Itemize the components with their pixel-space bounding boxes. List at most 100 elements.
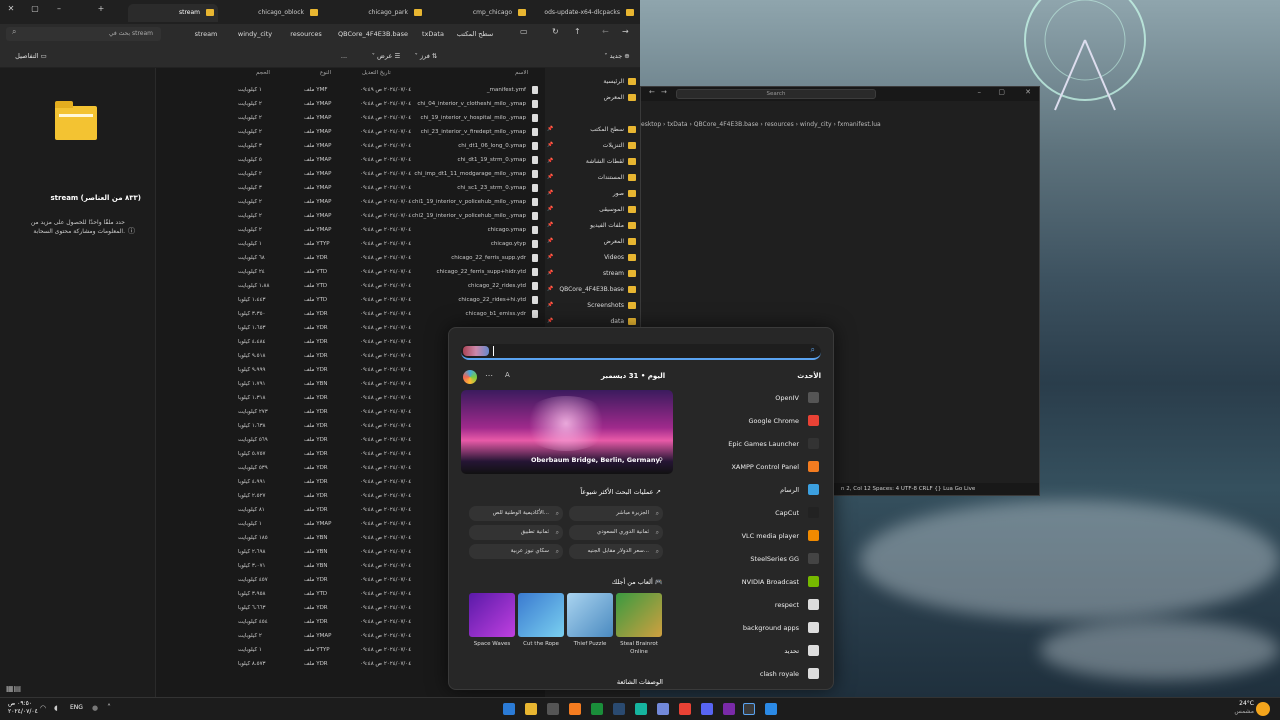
- language-indicator[interactable]: ENG: [70, 704, 83, 711]
- refresh-icon[interactable]: ↻: [552, 27, 559, 36]
- nav-item[interactable]: الموسيقى: [599, 206, 636, 213]
- table-row[interactable]: ٢ كيلوبايت ملف YMAP ٢٠٢٤/٠٧/٠٤ ص ٠٩:٤٨ chi2…: [160, 210, 540, 224]
- search-input[interactable]: بحث في stream: [6, 27, 161, 41]
- chrome-icon[interactable]: [679, 703, 691, 715]
- close-icon[interactable]: ✕: [1025, 88, 1031, 96]
- nav-item[interactable]: سطح المكتب: [590, 126, 636, 133]
- app-icon[interactable]: [723, 703, 735, 715]
- table-row[interactable]: ٢ كيلوبايت ملف YMAP ٢٠٢٤/٠٧/٠٤ ص ٠٩:٤٨ chi_…: [160, 112, 540, 126]
- tray-overflow-icon[interactable]: ˄: [107, 703, 111, 712]
- sort-button[interactable]: ˅ فرز ⇅: [410, 49, 442, 63]
- trending-chip[interactable]: الجزيرة مباشر: [569, 506, 663, 521]
- game-tile[interactable]: [616, 593, 662, 637]
- table-row[interactable]: ٢ كيلوبايت ملف YMAP ٢٠٢٤/٠٧/٠٤ ص ٠٩:٤٨ chic…: [160, 224, 540, 238]
- table-row[interactable]: ٢٤ كيلوبايت ملف YTD ٢٠٢٤/٠٧/٠٤ ص ٠٩:٤٨ chic…: [160, 266, 540, 280]
- tab-chicago-park[interactable]: chicago_park: [326, 4, 426, 22]
- trending-chip[interactable]: سكاي نيوز عربية: [469, 544, 563, 559]
- game-tile[interactable]: [567, 593, 613, 637]
- editor-breadcrumb[interactable]: esktop › txData › QBCore_4F4E3B.base › r…: [641, 121, 881, 128]
- maximize-window-button[interactable]: ▢: [28, 4, 42, 13]
- table-row[interactable]: ٢ كيلوبايت ملف YMAP ٢٠٢٤/٠٧/٠٤ ص ٠٩:٤٨ chi_…: [160, 98, 540, 112]
- back-arrow-icon[interactable]: →: [622, 27, 629, 36]
- openiv-icon[interactable]: [547, 703, 559, 715]
- copilot-icon[interactable]: [463, 370, 477, 384]
- view-button[interactable]: ˅ عرض ☰: [368, 49, 404, 63]
- table-row[interactable]: ١،٨٨ كيلوبايت ملف YTD ٢٠٢٤/٠٧/٠٤ ص ٠٩:٤٨ ch…: [160, 280, 540, 294]
- minimize-icon[interactable]: –: [978, 88, 982, 96]
- breadcrumb-qbcore[interactable]: QBCore_4F4E3B.base: [330, 27, 416, 41]
- font-icon[interactable]: A: [505, 371, 510, 379]
- nav-item[interactable]: التنزيلات: [603, 142, 636, 149]
- more-options-icon[interactable]: ⋯: [485, 371, 493, 380]
- nav-item[interactable]: المعرض: [604, 94, 636, 101]
- game-tile[interactable]: [469, 593, 515, 637]
- column-size[interactable]: الحجم: [256, 70, 270, 76]
- monitor-icon[interactable]: ▭: [520, 27, 528, 36]
- back-arrow-icon[interactable]: ←: [649, 88, 655, 96]
- start-search-input[interactable]: ⌕: [461, 344, 821, 360]
- breadcrumb-windy-city[interactable]: windy_city: [230, 27, 280, 41]
- discord-icon[interactable]: [701, 703, 713, 715]
- nav-item[interactable]: Videos: [604, 254, 636, 261]
- breadcrumb-resources[interactable]: resources: [284, 27, 328, 41]
- volume-icon[interactable]: ◖: [54, 704, 58, 712]
- trending-chip[interactable]: ثمانية الدوري السعودي: [569, 525, 663, 540]
- nav-item[interactable]: لقطات الشاشة: [586, 158, 636, 165]
- up-arrow-icon[interactable]: ↑: [574, 27, 581, 36]
- xampp-icon[interactable]: [569, 703, 581, 715]
- table-row[interactable]: ٥ كيلوبايت ملف YMAP ٢٠٢٤/٠٧/٠٤ ص ٠٩:٤٨ chi_…: [160, 154, 540, 168]
- breadcrumb-txdata[interactable]: txData: [418, 27, 448, 41]
- nav-item[interactable]: stream: [603, 270, 636, 277]
- table-row[interactable]: ٢ كيلوبايت ملف YMAP ٢٠٢٤/٠٧/٠٤ ص ٠٩:٤٨ chi_…: [160, 126, 540, 140]
- weather-widget[interactable]: 24°C مشمس: [1228, 700, 1254, 716]
- nav-item[interactable]: المستندات: [598, 174, 636, 181]
- vscode-icon[interactable]: [503, 703, 515, 715]
- forward-arrow-icon[interactable]: ←: [602, 27, 609, 36]
- tab-stream[interactable]: stream: [128, 4, 218, 22]
- more-button[interactable]: ...: [334, 49, 354, 63]
- fivem-icon[interactable]: [657, 703, 669, 715]
- table-row[interactable]: ٣،٣٥٠ كيلوبا ملف YDR ٢٠٢٤/٠٧/٠٤ ص ٠٩:٤٨ chi…: [160, 308, 540, 322]
- forward-arrow-icon[interactable]: →: [661, 88, 667, 96]
- table-row[interactable]: ٦٨ كيلوبايت ملف YDR ٢٠٢٤/٠٧/٠٤ ص ٠٩:٤٨ chic…: [160, 252, 540, 266]
- nav-item[interactable]: data: [610, 318, 636, 325]
- search-taskbar-icon[interactable]: [743, 703, 755, 715]
- table-row[interactable]: ١ كيلوبايت ملف YMF ٢٠٢٤/٠٧/٠٤ ص ٠٩:٤٩ _mani…: [160, 84, 540, 98]
- details-button[interactable]: التفاصيل ▭: [6, 49, 56, 63]
- tab-ods-update[interactable]: ods-update-x64-dlcpacks: [534, 4, 638, 22]
- table-row[interactable]: ٢ كيلوبايت ملف YMAP ٢٠٢٤/٠٧/٠٤ ص ٠٩:٤٨ chi1…: [160, 196, 540, 210]
- breadcrumb-stream[interactable]: stream: [188, 27, 224, 41]
- game-tile[interactable]: [518, 593, 564, 637]
- minimize-window-button[interactable]: –: [52, 4, 66, 13]
- breadcrumb-desktop[interactable]: سطح المكتب: [445, 27, 505, 41]
- nav-item[interactable]: الرئيسية: [603, 78, 636, 85]
- column-date[interactable]: تاريخ التعديل: [362, 70, 391, 76]
- table-row[interactable]: ١،٤٤٣ كيلوبا ملف YTD ٢٠٢٤/٠٧/٠٤ ص ٠٩:٤٨ chi…: [160, 294, 540, 308]
- column-type[interactable]: النوع: [320, 70, 331, 76]
- nav-item[interactable]: ملفات الفيديو: [590, 222, 636, 229]
- file-explorer-icon[interactable]: [525, 703, 537, 715]
- play-icon[interactable]: [591, 703, 603, 715]
- column-name[interactable]: الاسم: [515, 70, 528, 76]
- wifi-icon[interactable]: ◠: [40, 704, 46, 712]
- nav-item[interactable]: QBCore_4F4E3B.base: [559, 286, 636, 293]
- command-search-input[interactable]: Search: [676, 89, 876, 99]
- start-button-icon[interactable]: [765, 703, 777, 715]
- new-button[interactable]: ˅ جديد ⊕: [598, 49, 636, 63]
- new-tab-button[interactable]: +: [94, 4, 108, 13]
- mic-icon[interactable]: ●: [92, 704, 98, 712]
- chatgpt-icon[interactable]: [635, 703, 647, 715]
- table-row[interactable]: ٣ كيلوبايت ملف YMAP ٢٠٢٤/٠٧/٠٤ ص ٠٩:٤٨ chi_…: [160, 182, 540, 196]
- trending-chip[interactable]: ثمانية تطبيق: [469, 525, 563, 540]
- nav-item[interactable]: صور: [613, 190, 636, 197]
- table-row[interactable]: ٢ كيلوبايت ملف YMAP ٢٠٢٤/٠٧/٠٤ ص ٠٩:٤٨ chi_…: [160, 168, 540, 182]
- steam-icon[interactable]: [613, 703, 625, 715]
- clock[interactable]: ٠٩:٥٠ ص ٢٠٢٤/٠٧/٠٤: [8, 700, 38, 716]
- tab-cmp-chicago[interactable]: cmp_chicago: [430, 4, 530, 22]
- trending-chip[interactable]: الأكاديمية الوطنية للص...: [469, 506, 563, 521]
- weather-icon[interactable]: [1256, 702, 1270, 716]
- table-row[interactable]: ٣ كيلوبايت ملف YMAP ٢٠٢٤/٠٧/٠٤ ص ٠٩:٤٨ chi_…: [160, 140, 540, 154]
- nav-item[interactable]: Screenshots: [587, 302, 636, 309]
- close-window-button[interactable]: ✕: [4, 4, 18, 13]
- view-toggle-icons[interactable]: ▦▤: [6, 684, 21, 693]
